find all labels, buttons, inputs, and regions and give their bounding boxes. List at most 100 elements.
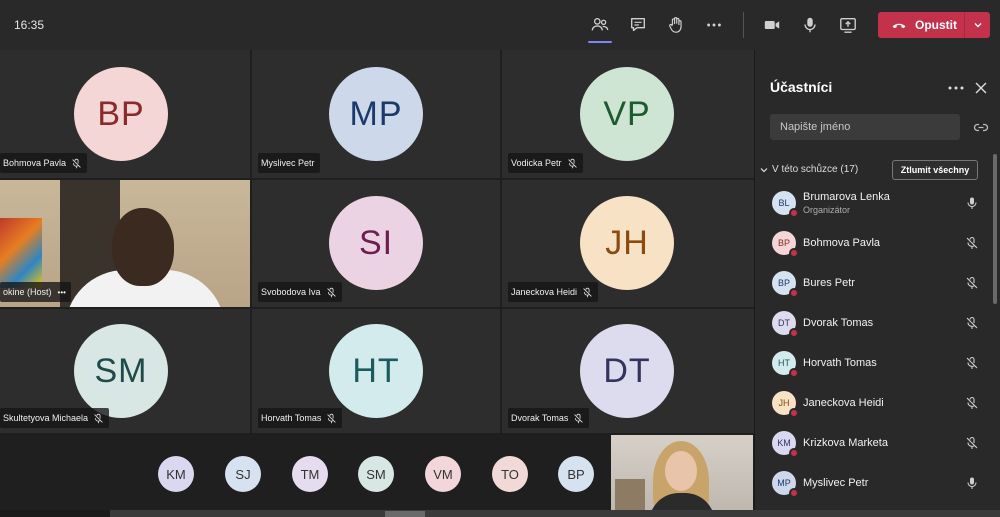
mic-off-icon[interactable] [965,276,979,290]
participant-list-item[interactable]: MP Myslivec Petr [755,466,1000,506]
mic-off-icon[interactable] [965,436,979,450]
presence-dot [789,368,799,378]
participant-list-item[interactable]: HT Horvath Tomas [755,346,1000,386]
leave-button[interactable]: Opustit [878,12,990,38]
participant-tile[interactable]: HT Horvath Tomas [252,309,500,433]
mic-off-icon [72,158,81,168]
participant-list-item[interactable]: BP Bures Petr [755,266,1000,306]
participant-tile[interactable]: SI Svobodova Iva [252,180,500,307]
name-tag: Janeckova Heidi [508,282,599,302]
avatar: JH [772,391,799,418]
avatar: KM [772,431,799,458]
microphone-icon[interactable] [965,196,979,210]
mini-avatar[interactable]: BP [558,456,594,492]
in-meeting-section-header[interactable]: V této schůzce (17) [760,164,858,175]
share-screen-button[interactable] [835,12,861,38]
mic-off-icon[interactable] [965,316,979,330]
chat-button[interactable] [625,12,651,38]
presence-dot [789,208,799,218]
participant-name: okine (Host) [3,287,52,297]
participant-tile[interactable]: SM Skultetyova Michaela [0,309,250,433]
chat-icon [631,18,645,32]
share-invite-icon[interactable] [973,120,989,134]
meeting-timer: 16:35 [14,18,45,32]
name-tag: Bohmova Pavla [0,153,88,173]
camera-icon [764,20,780,30]
participant-name: Krizkova Marketa [803,437,888,449]
more-icon [707,23,721,27]
presence-dot [789,488,799,498]
participant-name: Bohmova Pavla [3,158,67,168]
mini-avatar[interactable]: SJ [225,456,261,492]
panel-title: Účastníci [770,79,833,95]
mini-avatar[interactable]: TM [292,456,328,492]
participant-name: Myslivec Petr [803,477,869,489]
avatar: VP [580,67,674,161]
video-tile[interactable]: okine (Host) ••• [0,180,250,307]
participant-tile[interactable]: VP Vodicka Petr [502,50,754,178]
more-actions-button[interactable] [701,12,727,38]
participant-role: Organizátor [803,205,851,215]
participant-name: Janeckova Heidi [803,397,884,409]
participant-list-item[interactable]: BP Bohmova Pavla [755,226,1000,266]
participant-tile[interactable]: JH Janeckova Heidi [502,180,754,307]
participant-list-item[interactable]: KM Krizkova Marketa [755,426,1000,466]
avatar: JH [580,196,674,290]
mic-off-icon [94,413,103,423]
leave-options-button[interactable] [964,12,990,38]
avatar: DT [772,311,799,338]
name-tag: Myslivec Petr [258,153,320,173]
participant-list-item[interactable]: DT Dvorak Tomas [755,306,1000,346]
mic-off-icon[interactable] [965,356,979,370]
name-tag: Skultetyova Michaela [0,408,110,428]
mic-off-icon [583,287,592,297]
people-button[interactable] [587,12,613,43]
participant-name: Skultetyova Michaela [3,413,89,423]
avatar: BP [74,67,168,161]
participant-name: Janeckova Heidi [511,287,578,297]
participant-list-item[interactable]: JH Janeckova Heidi [755,386,1000,426]
participant-search-input[interactable] [770,114,960,140]
mini-avatar[interactable]: TO [492,456,528,492]
mic-off-icon [567,158,577,168]
microphone-icon[interactable] [965,476,979,490]
mini-avatar[interactable]: VM [425,456,461,492]
more-options-icon[interactable]: ••• [58,288,66,297]
avatar: HT [772,351,799,378]
avatar: BL [772,191,799,218]
mini-avatar[interactable]: SM [358,456,394,492]
toolbar-divider [743,12,744,38]
painting-image [0,218,42,288]
share-screen-icon [840,18,856,33]
section-label: V této schůzce (17) [772,164,859,175]
mic-off-icon[interactable] [965,396,979,410]
taskbar-strip [0,510,1000,517]
leave-main-action[interactable]: Opustit [878,12,964,38]
participant-name: Horvath Tomas [261,413,322,423]
avatar: MP [772,471,799,498]
participant-tile[interactable]: DT Dvorak Tomas [502,309,754,433]
avatar: SM [74,324,168,418]
camera-button[interactable] [759,12,785,38]
name-tag: Horvath Tomas [258,408,343,428]
raise-hand-button[interactable] [663,12,689,38]
participant-name: Brumarova Lenka [803,191,890,203]
self-video-preview[interactable] [611,435,753,516]
microphone-button[interactable] [797,12,823,38]
close-icon[interactable] [973,80,989,96]
chevron-down-icon [760,167,768,172]
person-head [112,208,174,286]
presence-dot [789,248,799,258]
avatar: SI [329,196,423,290]
panel-more-icon[interactable] [947,80,965,96]
participant-tile[interactable]: MP Myslivec Petr [252,50,500,178]
mini-avatar[interactable]: KM [158,456,194,492]
mic-off-icon[interactable] [965,236,979,250]
participant-name: Horvath Tomas [803,357,877,369]
taskbar-left [0,510,110,517]
mute-all-button[interactable]: Ztlumit všechny [892,160,978,180]
participant-tile[interactable]: BP Bohmova Pavla [0,50,250,178]
participant-list-item[interactable]: BL Brumarova Lenka Organizátor [755,186,1000,226]
video-stage: BP Bohmova Pavla MP Myslivec Petr VP Vod… [0,50,754,517]
participant-name: Vodicka Petr [511,158,562,168]
